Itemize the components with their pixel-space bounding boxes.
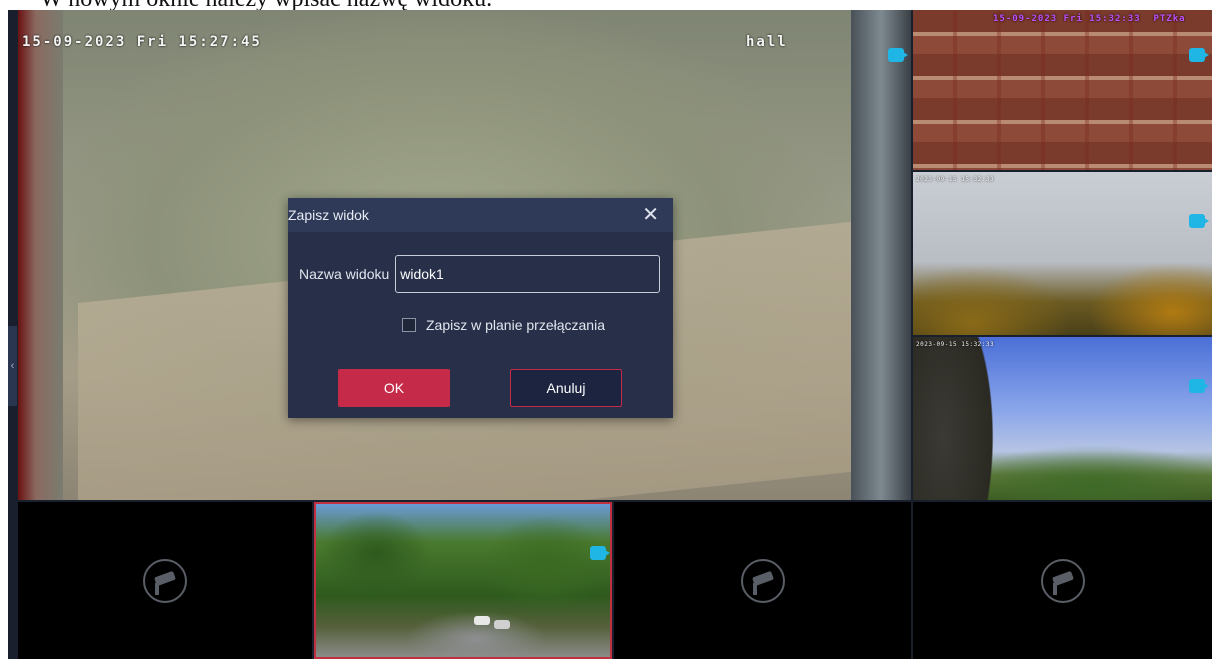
video-camera-icon xyxy=(590,546,610,560)
camera-tile-2[interactable]: 2023-09-15 15:32:33 xyxy=(913,172,1212,335)
ok-button[interactable]: OK xyxy=(338,369,450,407)
video-wall: ‹ 15-09-2023 Fri 15:27:45 hall 15-09-202… xyxy=(8,10,1212,659)
empty-camera-slot[interactable] xyxy=(614,502,911,659)
close-icon[interactable]: ✕ xyxy=(642,205,659,225)
camera-timestamp: 15-09-2023 Fri 15:32:33 PTZka xyxy=(993,14,1186,24)
video-camera-icon xyxy=(1189,48,1209,62)
save-view-dialog: Zapisz widok ✕ Nazwa widoku widok1 Zapis… xyxy=(288,198,673,418)
camera-off-icon xyxy=(740,558,785,603)
save-in-switch-plan-checkbox[interactable] xyxy=(402,318,416,332)
collapse-sidebar-handle[interactable]: ‹ xyxy=(8,326,17,406)
camera-off-icon xyxy=(143,558,187,603)
camera-tile-3[interactable]: 2023-09-15 15:32:33 xyxy=(913,337,1212,500)
scene-right-edge xyxy=(851,10,911,500)
video-camera-icon xyxy=(888,48,908,62)
scene-left-edge xyxy=(18,10,63,500)
camera-timestamp: 2023-09-15 15:32:33 xyxy=(916,176,995,183)
view-name-input[interactable]: widok1 xyxy=(395,255,661,293)
view-name-label: Nazwa widoku xyxy=(299,266,390,282)
dialog-header: Zapisz widok ✕ xyxy=(288,198,673,232)
cancel-button[interactable]: Anuluj xyxy=(510,369,622,407)
switch-plan-row: Zapisz w planie przełączania xyxy=(402,317,611,333)
save-in-switch-plan-label: Zapisz w planie przełączania xyxy=(426,317,605,333)
camera-tile-ptzka[interactable]: 15-09-2023 Fri 15:32:33 PTZka xyxy=(913,10,1212,170)
chevron-left-icon: ‹ xyxy=(10,360,15,372)
camera-timestamp: 15-09-2023 Fri 15:27:45 xyxy=(22,34,262,50)
empty-camera-slot[interactable] xyxy=(913,502,1212,659)
video-camera-icon xyxy=(1189,379,1209,393)
scene-car xyxy=(494,620,510,629)
scene-car xyxy=(474,616,490,625)
empty-camera-slot[interactable] xyxy=(18,502,312,659)
camera-timestamp: 2023-09-15 15:32:33 xyxy=(916,341,995,348)
view-name-row: Nazwa widoku widok1 xyxy=(299,255,661,293)
camera-name: hall xyxy=(746,34,788,50)
camera-off-icon xyxy=(1040,558,1085,603)
video-camera-icon xyxy=(1189,214,1209,228)
camera-tile-park-selected[interactable] xyxy=(314,502,612,659)
dialog-title: Zapisz widok xyxy=(288,207,369,223)
